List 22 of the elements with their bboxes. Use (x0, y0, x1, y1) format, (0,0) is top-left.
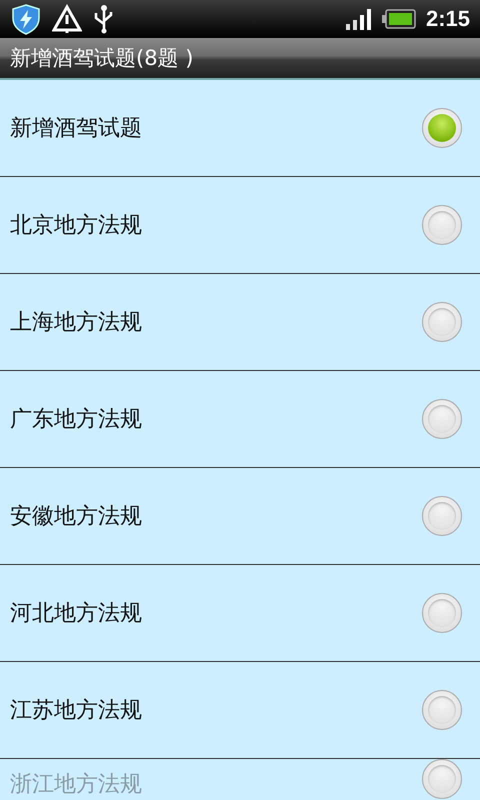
radio-button[interactable] (422, 496, 462, 536)
option-label[interactable]: 河北地方法规 (10, 598, 422, 628)
option-label[interactable]: 广东地方法规 (10, 404, 422, 434)
radio-button[interactable] (422, 690, 462, 730)
clock-time: 2:15 (426, 6, 470, 32)
option-label[interactable]: 安徽地方法规 (10, 501, 422, 531)
radio-button[interactable] (422, 302, 462, 342)
usb-icon (92, 4, 114, 34)
option-label[interactable]: 上海地方法规 (10, 307, 422, 337)
battery-icon (382, 9, 416, 29)
option-label[interactable]: 北京地方法规 (10, 210, 422, 240)
radio-button[interactable] (422, 399, 462, 439)
radio-button[interactable] (422, 205, 462, 245)
signal-icon (346, 8, 372, 30)
option-label[interactable]: 江苏地方法规 (10, 695, 422, 725)
option-label[interactable]: 新增酒驾试题 (10, 113, 422, 143)
shield-icon (10, 3, 42, 35)
radio-button[interactable] (422, 108, 462, 148)
radio-button[interactable] (422, 759, 462, 799)
radio-button[interactable] (422, 593, 462, 633)
warning-icon (52, 4, 82, 34)
page-title: 新增酒驾试题(8题 ) (0, 38, 480, 80)
